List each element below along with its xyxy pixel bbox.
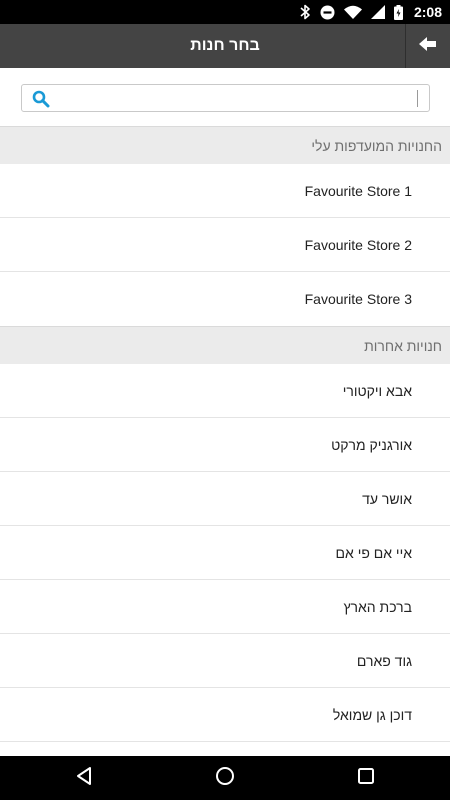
list-item[interactable]: אבא ויקטורי bbox=[0, 364, 450, 418]
wifi-icon bbox=[343, 5, 362, 19]
section-header-favourites: החנויות המועדפות עלי bbox=[0, 126, 450, 164]
list-item[interactable]: Favourite Store 3 bbox=[0, 272, 450, 326]
nav-home-button[interactable] bbox=[195, 756, 255, 800]
bluetooth-icon bbox=[299, 4, 311, 20]
list-item[interactable]: Favourite Store 2 bbox=[0, 218, 450, 272]
back-button[interactable] bbox=[406, 24, 450, 68]
text-cursor bbox=[417, 90, 418, 107]
home-circle-icon bbox=[215, 766, 235, 791]
list-item[interactable]: דוכן גן שמואל bbox=[0, 688, 450, 742]
list-item[interactable]: ברכת הארץ bbox=[0, 580, 450, 634]
arrow-back-icon bbox=[419, 36, 437, 56]
back-triangle-icon bbox=[75, 766, 93, 791]
list-item[interactable]: איי אם פי אם bbox=[0, 526, 450, 580]
search-icon bbox=[32, 90, 50, 108]
search-input[interactable] bbox=[54, 87, 417, 109]
list-item[interactable]: אורגניק מרקט bbox=[0, 418, 450, 472]
list-item[interactable]: גוד פארם bbox=[0, 634, 450, 688]
list-item[interactable]: Favourite Store 1 bbox=[0, 164, 450, 218]
nav-back-button[interactable] bbox=[54, 756, 114, 800]
navigation-bar bbox=[0, 756, 450, 800]
do-not-disturb-icon bbox=[320, 5, 335, 20]
battery-icon bbox=[393, 4, 403, 20]
signal-icon bbox=[370, 5, 385, 19]
action-bar: בחר חנות bbox=[0, 24, 450, 68]
page-title: בחר חנות bbox=[190, 37, 260, 54]
store-list: החנויות המועדפות עלי Favourite Store 1 F… bbox=[0, 126, 450, 756]
section-header-other-stores: חנויות אחרות bbox=[0, 326, 450, 364]
recents-square-icon bbox=[357, 767, 375, 790]
nav-recents-button[interactable] bbox=[336, 756, 396, 800]
list-item[interactable]: אושר עד bbox=[0, 472, 450, 526]
status-time: 2:08 bbox=[413, 4, 442, 20]
search-area bbox=[0, 68, 450, 126]
status-bar: 2:08 bbox=[0, 0, 450, 24]
search-box[interactable] bbox=[21, 84, 430, 112]
